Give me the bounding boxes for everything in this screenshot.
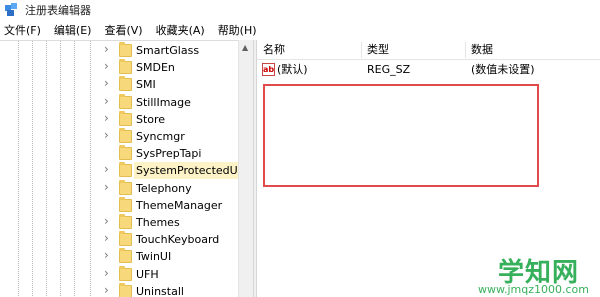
folder-icon	[119, 59, 132, 75]
registry-key-tree[interactable]: › SmartGlass › SMDEn › SMI › StillImage › Store › S…	[0, 40, 253, 297]
tree-item-label: SmartGlass	[136, 44, 200, 57]
value-data: (数值未设置)	[471, 63, 535, 76]
string-value-icon: ab	[262, 63, 275, 76]
tree-item-smi[interactable]: › SMI	[0, 76, 240, 93]
folder-icon	[119, 231, 132, 247]
chevron-right-icon[interactable]: ›	[104, 128, 109, 142]
tree-item-label: Store	[136, 112, 166, 126]
chevron-right-icon[interactable]: ›	[104, 76, 109, 90]
folder-icon	[119, 265, 132, 281]
menu-file[interactable]: 文件(F)	[4, 22, 41, 38]
tree-item-uninstall[interactable]: › Uninstall	[0, 282, 240, 297]
column-header-type[interactable]: 类型	[361, 40, 389, 60]
tree-item-stillimage[interactable]: › StillImage	[0, 93, 240, 111]
value-type: REG_SZ	[367, 63, 411, 76]
column-header-data[interactable]: 数据	[465, 40, 493, 60]
tree-item-label: SystemProtectedUse	[134, 162, 253, 180]
title-bar: 注册表编辑器	[0, 0, 600, 20]
list-item[interactable]: ab (默认) REG_SZ (数值未设置)	[257, 61, 600, 79]
tree-item-label: Syncmgr	[136, 130, 185, 143]
window-title: 注册表编辑器	[25, 4, 91, 17]
list-header: 名称 类型 数据	[257, 40, 600, 60]
highlight-annotation-box	[263, 84, 539, 187]
tree-item-ufh[interactable]: › UFH	[0, 265, 240, 283]
folder-icon	[119, 76, 132, 92]
tree-item-label: Telephony	[136, 181, 192, 195]
tree-item-syncmgr[interactable]: › Syncmgr	[0, 128, 240, 145]
folder-icon	[119, 248, 132, 264]
regedit-icon	[5, 3, 19, 17]
site-watermark: 学知网 www.jmqz1000.com	[470, 252, 600, 297]
folder-icon	[119, 145, 132, 161]
folder-icon	[119, 179, 132, 195]
tree-item-smden[interactable]: › SMDEn	[0, 59, 240, 76]
tree-item-smartglass[interactable]: › SmartGlass	[0, 42, 240, 59]
folder-icon	[119, 196, 132, 212]
tree-item-thememanager[interactable]: ThemeManager	[0, 196, 240, 214]
folder-icon	[119, 110, 132, 126]
folder-icon	[119, 128, 132, 143]
tree-item-label: Themes	[136, 216, 180, 229]
tree-item-label: StillImage	[136, 95, 191, 109]
tree-item-store[interactable]: › Store	[0, 110, 240, 128]
chevron-right-icon[interactable]: ›	[104, 59, 109, 73]
chevron-right-icon[interactable]: ›	[104, 248, 109, 262]
tree-item-telephony[interactable]: › Telephony	[0, 179, 240, 197]
column-header-name[interactable]: 名称	[257, 40, 285, 60]
menu-edit[interactable]: 编辑(E)	[54, 22, 92, 38]
tree-scrollbar[interactable]: ▲	[238, 40, 253, 297]
menu-help[interactable]: 帮助(H)	[218, 22, 257, 38]
chevron-right-icon[interactable]: ›	[104, 214, 109, 228]
folder-icon	[119, 42, 132, 57]
tree-item-label: SMI	[136, 78, 156, 92]
tree-item-label: SysPrepTapi	[136, 147, 202, 161]
chevron-right-icon[interactable]: ›	[104, 94, 109, 108]
tree-item-label: ThemeManager	[136, 198, 223, 212]
chevron-right-icon[interactable]: ›	[104, 266, 109, 280]
chevron-right-icon[interactable]: ›	[104, 42, 109, 56]
tree-item-syspreptapi[interactable]: SysPrepTapi	[0, 145, 240, 162]
tree-item-label: TwinUI	[136, 250, 172, 264]
menu-favorites[interactable]: 收藏夹(A)	[156, 22, 205, 38]
tree-item-systemprotecteduse[interactable]: › SystemProtectedUse	[0, 162, 253, 180]
tree-item-label: UFH	[136, 267, 159, 281]
chevron-right-icon[interactable]: ›	[104, 283, 109, 297]
tree-item-twinui[interactable]: › TwinUI	[0, 248, 240, 265]
folder-icon	[119, 282, 132, 297]
chevron-right-icon[interactable]: ›	[104, 231, 109, 245]
tree-item-label: TouchKeyboard	[136, 233, 220, 247]
tree-item-label: Uninstall	[136, 284, 184, 297]
menu-view[interactable]: 查看(V)	[104, 22, 142, 38]
tree-item-themes[interactable]: › Themes	[0, 214, 240, 231]
folder-icon	[119, 214, 132, 229]
menu-bar: 文件(F) 编辑(E) 查看(V) 收藏夹(A) 帮助(H)	[0, 20, 600, 39]
tree-item-touchkeyboard[interactable]: › TouchKeyboard	[0, 231, 240, 248]
folder-icon	[119, 162, 132, 178]
value-name: (默认)	[277, 63, 308, 76]
scroll-up-arrow-icon[interactable]: ▲	[242, 43, 248, 52]
chevron-right-icon[interactable]: ›	[104, 111, 109, 125]
tree-item-label: SMDEn	[136, 61, 175, 75]
watermark-url: www.jmqz1000.com	[478, 283, 589, 296]
folder-icon	[119, 93, 132, 109]
chevron-right-icon[interactable]: ›	[104, 180, 109, 194]
chevron-right-icon[interactable]: ›	[104, 162, 109, 176]
